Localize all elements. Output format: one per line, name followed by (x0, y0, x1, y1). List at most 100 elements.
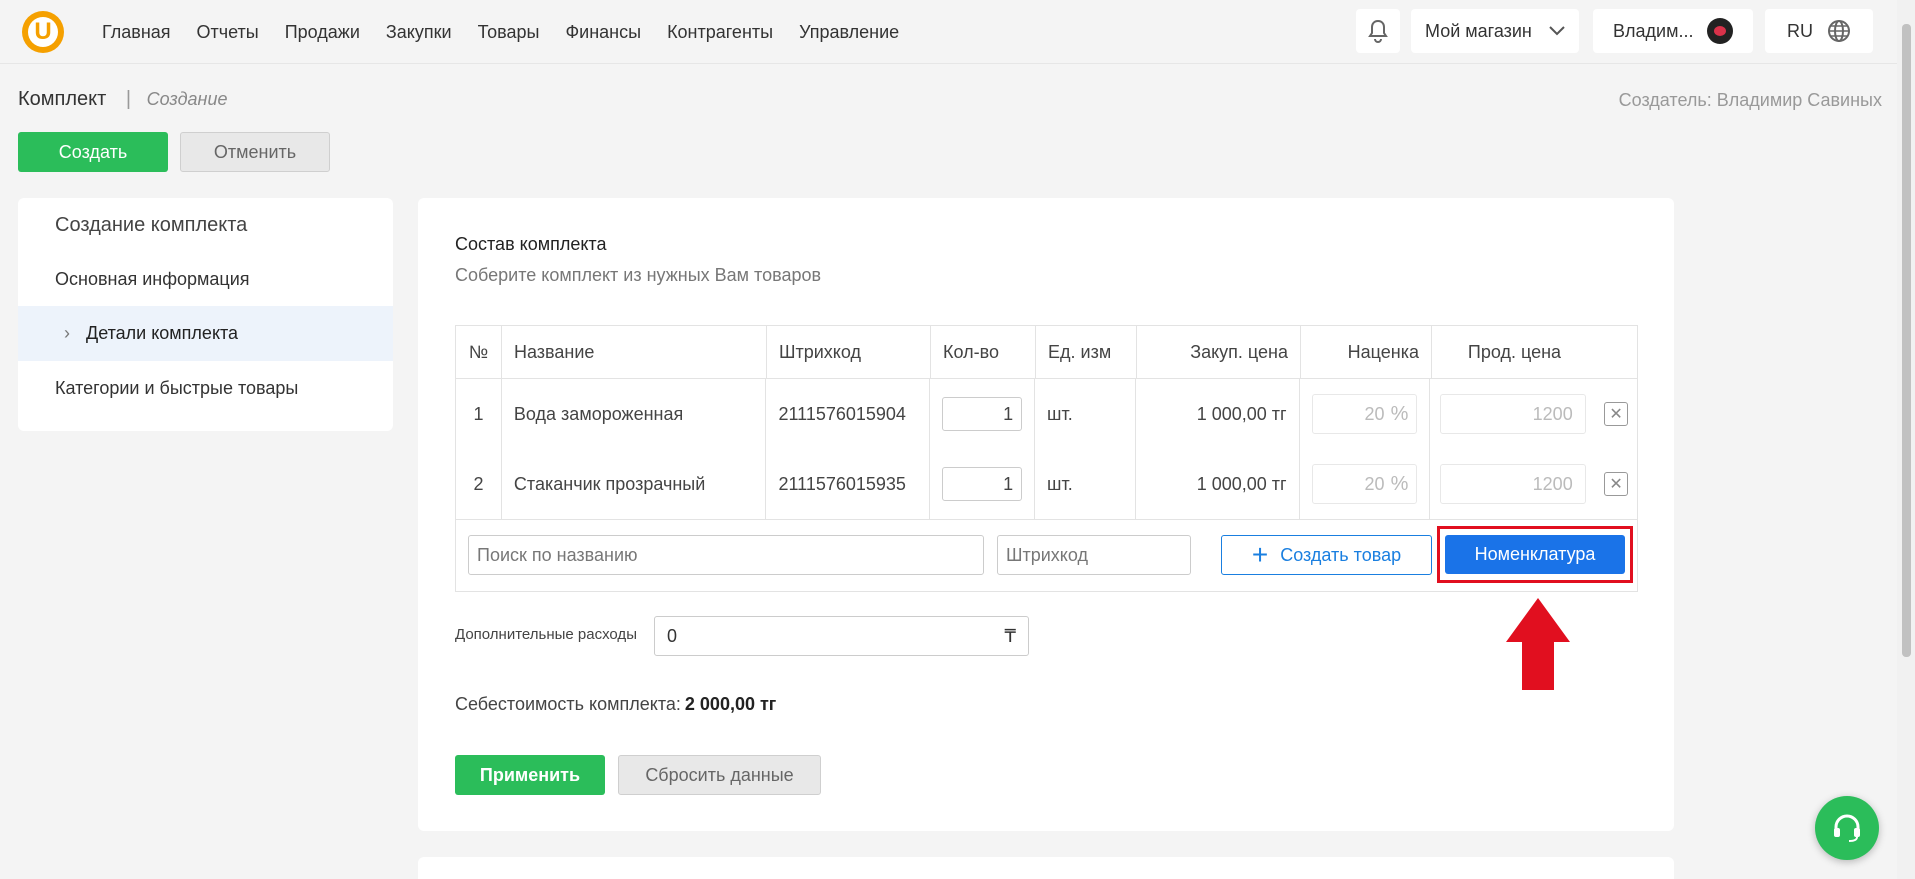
headset-icon (1834, 814, 1860, 842)
markup-value: 20 (1364, 403, 1385, 424)
breadcrumb-separator: | (125, 88, 132, 110)
markup-cell: 20% (1300, 449, 1431, 519)
sidebar-item-label: Категории и быстрые товары (55, 378, 299, 398)
nav-item-purchases[interactable]: Закупки (386, 22, 452, 43)
language-select[interactable]: RU (1765, 9, 1873, 53)
language-label: RU (1787, 20, 1813, 41)
sidebar-title: Создание комплекта (55, 214, 248, 236)
logo[interactable]: U (22, 11, 64, 53)
tenge-icon: ₸ (1004, 625, 1016, 646)
markup-input[interactable]: 20% (1312, 394, 1418, 434)
sale-price-input[interactable]: 1200 (1439, 394, 1586, 434)
nomenclature-button[interactable]: Номенклатура (1445, 535, 1625, 574)
delete-row-button[interactable]: ✕ (1604, 472, 1629, 496)
nav-item-sales[interactable]: Продажи (285, 22, 360, 43)
cancel-button[interactable]: Отменить (180, 132, 330, 172)
price-cell: 1200 (1430, 379, 1595, 449)
extra-costs-label: Дополнительные расходы (455, 626, 637, 643)
page-scrollbar[interactable] (1897, 0, 1915, 879)
breadcrumb: Комплект | Создание (18, 88, 227, 111)
purchase-price: 1 000,00 тг (1136, 449, 1300, 519)
table-footer: Поиск по названию Штрихкод + Создать тов… (456, 519, 1637, 591)
column-header: Ед. изм (1036, 326, 1137, 378)
column-header: № (456, 326, 502, 378)
kit-composition-card: Состав комплекта Соберите комплект из ну… (418, 198, 1674, 831)
page-mode: Создание (146, 89, 228, 109)
logo-letter: U (28, 17, 58, 47)
sidebar-item-categories[interactable]: Категории и быстрые товары (18, 361, 393, 416)
percent-sign: % (1390, 402, 1409, 425)
quantity-input[interactable]: 1 (942, 397, 1023, 431)
kit-cost-label: Себестоимость комплекта: (455, 694, 681, 714)
apply-button[interactable]: Применить (455, 755, 605, 795)
section-title: Состав комплекта (455, 234, 607, 254)
row-number: 1 (456, 379, 502, 449)
page-title: Комплект (18, 88, 107, 110)
price-cell: 1200 (1430, 449, 1595, 519)
nav-item-home[interactable]: Главная (102, 22, 171, 43)
markup-value: 20 (1364, 473, 1385, 494)
product-barcode: 2111576015904 (766, 379, 931, 449)
support-chat-button[interactable] (1815, 796, 1879, 860)
extra-costs-input[interactable]: 0 ₸ (654, 616, 1029, 656)
unit: шт. (1035, 449, 1136, 519)
unit: шт. (1035, 379, 1136, 449)
sidebar-item-basic-info[interactable]: Основная информация (18, 252, 393, 307)
scrollbar-thumb[interactable] (1902, 24, 1911, 657)
column-header: Прод. цена (1467, 341, 1562, 362)
notifications-button[interactable] (1356, 9, 1400, 53)
store-name: Мой магазин (1425, 20, 1532, 41)
search-input[interactable]: Поиск по названию (468, 535, 984, 575)
qty-cell: 1 (930, 379, 1036, 449)
sidebar-item-label: Детали комплекта (86, 323, 239, 343)
table-row: 2 Стаканчик прозрачный 2111576015935 1 ш… (456, 449, 1637, 519)
user-menu-button[interactable]: Владим... (1593, 9, 1753, 53)
purchase-price: 1 000,00 тг (1136, 379, 1300, 449)
bell-icon (1368, 19, 1388, 43)
create-button[interactable]: Создать (18, 132, 168, 172)
reset-button[interactable]: Сбросить данные (618, 755, 821, 795)
barcode-input[interactable]: Штрихкод (997, 535, 1191, 575)
quantity-input[interactable]: 1 (942, 467, 1023, 501)
row-number: 2 (456, 449, 502, 519)
product-barcode: 2111576015935 (766, 449, 931, 519)
kit-cost-value: 2 000,00 тг (684, 694, 777, 714)
next-card (418, 857, 1674, 879)
table-header: № Название Штрихкод Кол-во Ед. изм Закуп… (456, 326, 1637, 379)
highlight-box: Номенклатура (1437, 526, 1633, 583)
product-name: Вода замороженная (502, 379, 767, 449)
red-arrow-up-icon (1506, 598, 1570, 690)
close-icon: ✕ (1609, 406, 1623, 423)
user-name: Владим... (1613, 20, 1694, 41)
extra-costs-value: 0 (667, 625, 678, 646)
nav-item-products[interactable]: Товары (478, 22, 540, 43)
create-product-button[interactable]: + Создать товар (1221, 535, 1432, 575)
column-header: Название (502, 326, 767, 378)
chevron-down-icon (1549, 26, 1565, 36)
column-header: Закуп. цена (1137, 326, 1301, 378)
store-select[interactable]: Мой магазин (1411, 9, 1579, 53)
delete-row-button[interactable]: ✕ (1604, 402, 1629, 426)
kit-cost: Себестоимость комплекта: 2 000,00 тг (455, 694, 776, 715)
main-nav: Главная Отчеты Продажи Закупки Товары Фи… (102, 22, 899, 43)
sidebar: Создание комплекта Основная информация ›… (18, 198, 393, 431)
nav-item-contractors[interactable]: Контрагенты (667, 22, 773, 43)
avatar (1707, 18, 1733, 44)
nav-item-finance[interactable]: Финансы (565, 22, 641, 43)
delete-cell: ✕ (1595, 379, 1637, 449)
table-row: 1 Вода замороженная 2111576015904 1 шт. … (456, 379, 1637, 449)
column-header: Кол-во (931, 326, 1036, 378)
markup-input[interactable]: 20% (1312, 464, 1418, 504)
sidebar-item-kit-details[interactable]: › Детали комплекта (18, 306, 393, 361)
qty-cell: 1 (930, 449, 1036, 519)
create-product-label: Создать товар (1280, 544, 1402, 565)
percent-sign: % (1390, 472, 1409, 495)
nav-item-management[interactable]: Управление (799, 22, 899, 43)
nav-item-reports[interactable]: Отчеты (197, 22, 259, 43)
close-icon: ✕ (1609, 476, 1623, 493)
delete-cell: ✕ (1595, 449, 1637, 519)
kit-items-table: № Название Штрихкод Кол-во Ед. изм Закуп… (455, 325, 1638, 592)
section-subtitle: Соберите комплект из нужных Вам товаров (455, 265, 822, 285)
sale-price-input[interactable]: 1200 (1439, 464, 1586, 504)
sidebar-item-label: Основная информация (55, 269, 250, 289)
